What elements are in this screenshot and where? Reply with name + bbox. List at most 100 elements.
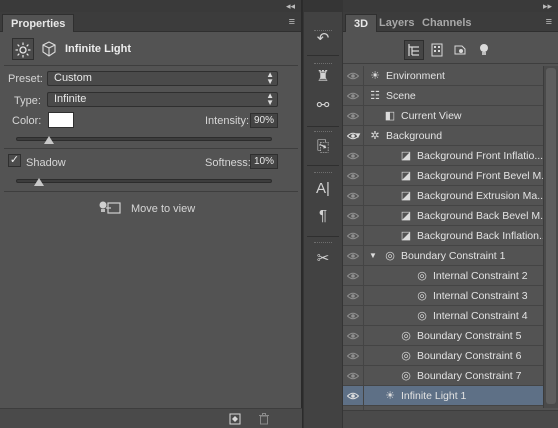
sun-light-icon[interactable] <box>12 38 34 60</box>
softness-slider-thumb[interactable] <box>34 178 45 186</box>
brush-presets-icon[interactable]: ⚯ <box>310 95 336 117</box>
scene-tree-row[interactable]: ◎ Internal Constraint 2 <box>343 266 543 286</box>
scene-item-icon: ◪ <box>400 150 412 162</box>
intensity-field[interactable]: 90% <box>250 113 278 128</box>
3d-footer <box>343 410 558 428</box>
tool-presets-icon[interactable]: ✂ <box>310 248 336 270</box>
3d-collapse-strip: ▸▸ <box>343 0 558 12</box>
3d-scrollbar[interactable] <box>543 66 558 408</box>
3d-scrollbar-thumb[interactable] <box>546 68 556 404</box>
section-divider <box>4 148 298 149</box>
visibility-eye-icon[interactable] <box>343 206 364 226</box>
panel-menu-icon[interactable]: ≡ <box>289 16 295 28</box>
scene-item-icon: ◪ <box>400 170 412 182</box>
preset-label: Preset: <box>8 73 43 85</box>
visibility-eye-icon[interactable] <box>343 246 364 266</box>
properties-panel: ◂◂ Properties ≡ Infinite Light Preset: C… <box>0 0 302 428</box>
toolstrip-separator <box>307 165 339 166</box>
meshes-icon[interactable] <box>427 40 447 60</box>
materials-icon[interactable] <box>450 40 470 60</box>
collapse-panel-icon[interactable]: ◂◂ <box>286 0 295 12</box>
visibility-eye-icon[interactable] <box>343 386 364 406</box>
visibility-eye-icon[interactable] <box>343 86 364 106</box>
scene-tree-row[interactable]: ☀ Environment <box>343 66 543 86</box>
scene-item-icon: ◧ <box>384 110 396 122</box>
expand-toggle-icon[interactable]: ▼ <box>354 126 362 146</box>
paragraph-icon[interactable]: ¶ <box>310 205 336 227</box>
character-icon[interactable]: A| <box>310 178 336 200</box>
scene-item-icon: ◎ <box>417 310 427 322</box>
preset-select[interactable]: Custom ▲ ▼ <box>47 71 278 86</box>
scene-tree-row[interactable]: ◧ Current View <box>343 106 543 126</box>
3d-filter-bar <box>343 33 558 64</box>
scene-item-label: Background <box>386 130 443 142</box>
render-icon[interactable] <box>228 412 242 426</box>
clone-source-icon[interactable]: ⎘ <box>310 136 336 158</box>
visibility-eye-icon[interactable] <box>343 306 364 326</box>
scene-item-icon: ☷ <box>370 90 380 102</box>
visibility-eye-icon[interactable] <box>343 346 364 366</box>
expand-toggle-icon[interactable]: ▼ <box>369 246 377 266</box>
panel-menu-icon[interactable]: ≡ <box>546 16 552 28</box>
scene-tree-row[interactable]: ◪ Background Front Inflatio... <box>343 146 543 166</box>
intensity-slider-thumb[interactable] <box>43 136 54 144</box>
scene-item-label: Background Back Inflation... <box>417 230 548 242</box>
scene-tree-row[interactable]: ◎ Internal Constraint 3 <box>343 286 543 306</box>
softness-slider[interactable] <box>16 179 272 183</box>
drag-grip[interactable] <box>314 172 332 174</box>
scene-tree-row[interactable]: ☀ Infinite Light 1 <box>343 386 543 406</box>
preset-value: Custom <box>54 72 92 84</box>
tab-properties[interactable]: Properties <box>2 14 75 32</box>
visibility-eye-icon[interactable] <box>343 106 364 126</box>
scene-item-label: Internal Constraint 2 <box>433 270 528 282</box>
scene-tree-row[interactable]: ▼ ✲ Background <box>343 126 543 146</box>
expand-panel-icon[interactable]: ▸▸ <box>543 0 552 12</box>
visibility-eye-icon[interactable] <box>343 266 364 286</box>
scene-tree-row[interactable]: ◎ Boundary Constraint 5 <box>343 326 543 346</box>
properties-collapse-strip: ◂◂ <box>0 0 301 12</box>
tab-channels[interactable]: Channels <box>414 14 480 32</box>
visibility-eye-icon[interactable] <box>343 66 364 86</box>
drag-grip[interactable] <box>314 131 332 133</box>
lights-icon[interactable] <box>474 40 494 60</box>
3d-tabbar: 3D Layers Channels ≡ <box>343 12 558 32</box>
move-to-view-label[interactable]: Move to view <box>131 203 195 215</box>
drag-grip[interactable] <box>314 242 332 244</box>
scene-tree-row[interactable]: ◎ Internal Constraint 4 <box>343 306 543 326</box>
trash-icon[interactable] <box>257 412 271 426</box>
scene-item-icon: ◎ <box>417 270 427 282</box>
visibility-eye-icon[interactable] <box>343 286 364 306</box>
scene-tree-row[interactable]: ◎ Boundary Constraint 6 <box>343 346 543 366</box>
visibility-eye-icon[interactable] <box>343 366 364 386</box>
scene-item-icon: ☀ <box>370 70 380 82</box>
move-to-view-icon[interactable] <box>98 200 122 216</box>
scene-tree-row[interactable]: ◪ Background Front Bevel M... <box>343 166 550 186</box>
scene-item-icon: ✲ <box>370 130 380 142</box>
visibility-eye-icon[interactable] <box>343 146 364 166</box>
scene-tree-row[interactable]: ◎ Boundary Constraint 7 <box>343 366 543 386</box>
shadow-checkbox[interactable]: ✓ <box>8 154 21 167</box>
scene-item-label: Environment <box>386 70 445 82</box>
whole-scene-icon[interactable] <box>404 40 424 60</box>
scene-tree-row[interactable]: ◪ Background Back Inflation... <box>343 226 548 246</box>
softness-label: Softness: <box>205 157 251 169</box>
visibility-eye-icon[interactable] <box>343 326 364 346</box>
color-swatch[interactable] <box>48 112 74 128</box>
properties-header: Infinite Light <box>4 38 298 64</box>
scene-tree-row[interactable]: ▼ ◎ Boundary Constraint 1 <box>343 246 543 266</box>
type-select[interactable]: Infinite ▲ ▼ <box>47 92 278 107</box>
visibility-eye-icon[interactable] <box>343 166 364 186</box>
mesh-cube-icon[interactable] <box>38 38 60 60</box>
softness-field[interactable]: 10% <box>250 154 278 169</box>
visibility-eye-icon[interactable] <box>343 226 364 246</box>
brushes-icon[interactable]: ♜ <box>310 66 336 88</box>
scene-tree-row[interactable]: ☷ Scene <box>343 86 543 106</box>
scene-tree-row[interactable]: ◪ Background Extrusion Ma... <box>343 186 546 206</box>
scene-item-icon: ◎ <box>401 370 411 382</box>
scene-tree-row[interactable]: ◪ Background Back Bevel M... <box>343 206 549 226</box>
drag-grip[interactable] <box>314 63 332 65</box>
intensity-slider[interactable] <box>16 137 272 141</box>
scene-item-label: Internal Constraint 4 <box>433 310 528 322</box>
history-icon[interactable]: ↶ <box>310 28 336 50</box>
visibility-eye-icon[interactable] <box>343 186 364 206</box>
